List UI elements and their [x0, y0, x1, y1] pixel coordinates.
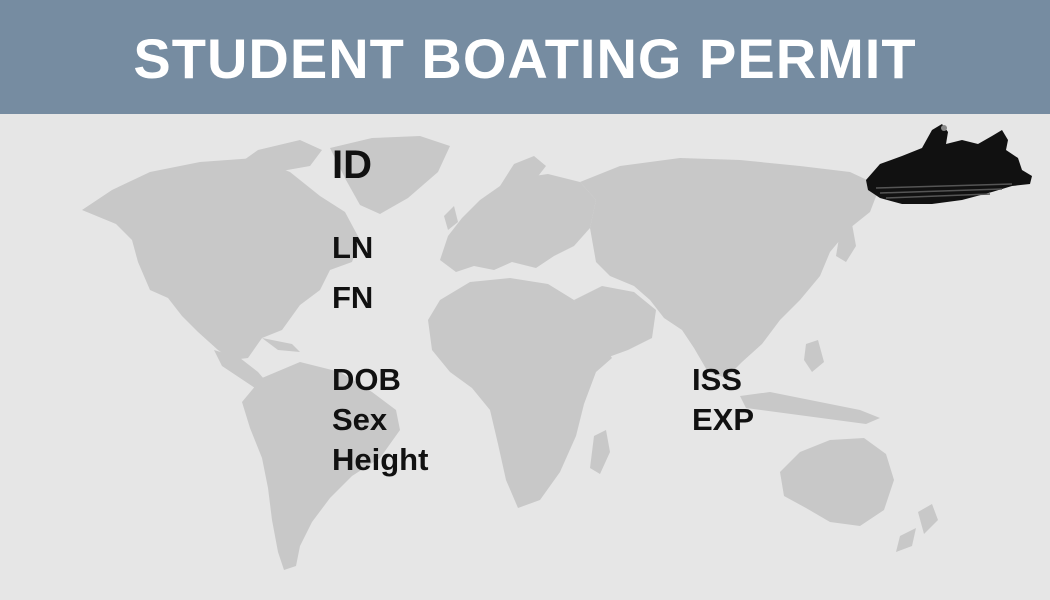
permit-title: STUDENT BOATING PERMIT: [133, 26, 917, 90]
dob-label: DOB: [332, 362, 401, 397]
sex-label: Sex: [332, 402, 388, 437]
header-banner: STUDENT BOATING PERMIT: [0, 0, 1050, 114]
first-name-label: FN: [332, 280, 374, 315]
issue-date-label: ISS: [692, 362, 742, 397]
map-north-america: [82, 158, 360, 360]
map-australia: [780, 438, 894, 526]
height-label: Height: [332, 442, 429, 477]
id-label: ID: [332, 143, 372, 187]
last-name-label: LN: [332, 230, 374, 265]
map-caribbean: [262, 338, 300, 352]
permit-card: STUDENT BOATING PERMIT ID LN FN DOB Sex …: [0, 0, 1050, 600]
map-new-zealand-south: [896, 528, 916, 552]
expiration-date-label: EXP: [692, 402, 755, 437]
map-philippines: [804, 340, 824, 372]
map-arctic-islands: [230, 140, 322, 172]
map-madagascar: [590, 430, 610, 474]
jet-ski-icon: [866, 124, 1032, 204]
map-new-zealand: [918, 504, 938, 534]
map-indonesia: [740, 392, 880, 424]
